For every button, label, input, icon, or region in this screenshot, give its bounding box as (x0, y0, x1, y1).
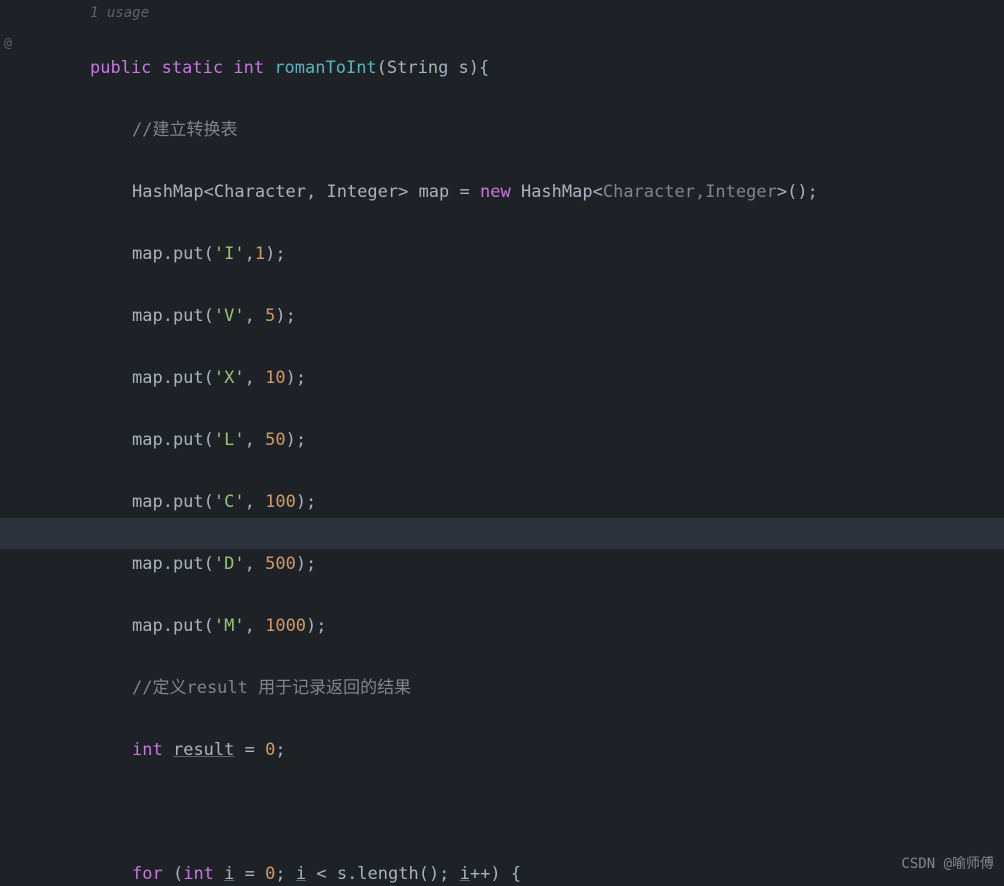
char-literal: 'V' (214, 306, 245, 326)
number: 0 (265, 864, 275, 884)
text: , (245, 492, 265, 512)
text: ); (306, 616, 326, 636)
text: , (245, 616, 265, 636)
code-line[interactable]: map.put('L', 50); (48, 425, 1004, 456)
text: , (245, 554, 265, 574)
char-literal: 'C' (214, 492, 245, 512)
keyword: int (183, 864, 214, 884)
editor-pane[interactable]: @ 1 usage public static int romanToInt(S… (0, 0, 1004, 886)
code-line[interactable]: int result = 0; (48, 735, 1004, 766)
text: map.put( (132, 554, 214, 574)
variable: result (173, 740, 234, 760)
number: 0 (265, 740, 275, 760)
text: , (245, 368, 265, 388)
code-line[interactable]: map.put('I',1); (48, 239, 1004, 270)
char-literal: 'X' (214, 368, 245, 388)
text: map.put( (132, 430, 214, 450)
text: = (234, 740, 265, 760)
text: map.put( (132, 616, 214, 636)
code-line[interactable]: //建立转换表 (48, 115, 1004, 146)
code-line[interactable]: public static int romanToInt(String s){ (48, 53, 1004, 84)
text: ); (275, 306, 295, 326)
text: ; (275, 740, 285, 760)
variable: i (296, 864, 306, 884)
number: 50 (265, 430, 285, 450)
text: map.put( (132, 368, 214, 388)
code-line[interactable]: for (int i = 0; i < s.length(); i++) { (48, 859, 1004, 886)
text: >(); (777, 182, 818, 202)
code-line[interactable]: //定义result 用于记录返回的结果 (48, 673, 1004, 704)
char-literal: 'D' (214, 554, 245, 574)
code-line[interactable]: map.put('V', 5); (48, 301, 1004, 332)
code-line[interactable]: map.put('X', 10); (48, 363, 1004, 394)
char-literal: 'L' (214, 430, 245, 450)
text: ); (286, 430, 306, 450)
keyword: for (132, 864, 163, 884)
variable: i (224, 864, 234, 884)
text: ( (163, 864, 183, 884)
code-line[interactable]: HashMap<Character, Integer> map = new Ha… (48, 177, 1004, 208)
text: , (245, 430, 265, 450)
text: , (245, 244, 255, 264)
code-area[interactable]: public static int romanToInt(String s){ … (48, 22, 1004, 886)
text: HashMap< (511, 182, 603, 202)
text: ; (275, 864, 295, 884)
char-literal: 'I' (214, 244, 245, 264)
keyword: new (480, 182, 511, 202)
text: ); (296, 492, 316, 512)
number: 1000 (265, 616, 306, 636)
text: ); (286, 368, 306, 388)
keyword: public (90, 58, 151, 78)
gutter: @ (0, 0, 25, 886)
text: map.put( (132, 492, 214, 512)
text: ); (296, 554, 316, 574)
number: 100 (265, 492, 296, 512)
code-line[interactable]: map.put('M', 1000); (48, 611, 1004, 642)
text: HashMap<Character, Integer> map = (132, 182, 480, 202)
number: 1 (255, 244, 265, 264)
char-literal: 'M' (214, 616, 245, 636)
text: map.put( (132, 306, 214, 326)
method-name: romanToInt (274, 58, 376, 78)
code-line[interactable]: map.put('D', 500); (48, 549, 1004, 580)
code-line[interactable]: map.put('C', 100); (48, 487, 1004, 518)
keyword: int (132, 740, 163, 760)
variable: i (460, 864, 470, 884)
watermark: CSDN @喻师傅 (901, 849, 994, 880)
keyword: int (233, 58, 264, 78)
text: , (245, 306, 265, 326)
comment: //定义result 用于记录返回的结果 (132, 678, 411, 698)
keyword: static (162, 58, 223, 78)
text: < s.length(); (306, 864, 460, 884)
text: = (234, 864, 265, 884)
generic-types: Character,Integer (603, 182, 777, 202)
number: 500 (265, 554, 296, 574)
text: map.put( (132, 244, 214, 264)
text (214, 864, 224, 884)
text: ++) { (470, 864, 521, 884)
override-icon: @ (4, 28, 12, 59)
number: 5 (265, 306, 275, 326)
code-line[interactable] (48, 797, 1004, 828)
text: ); (265, 244, 285, 264)
number: 10 (265, 368, 285, 388)
comment: //建立转换表 (132, 120, 237, 140)
text: (String s){ (377, 58, 490, 78)
